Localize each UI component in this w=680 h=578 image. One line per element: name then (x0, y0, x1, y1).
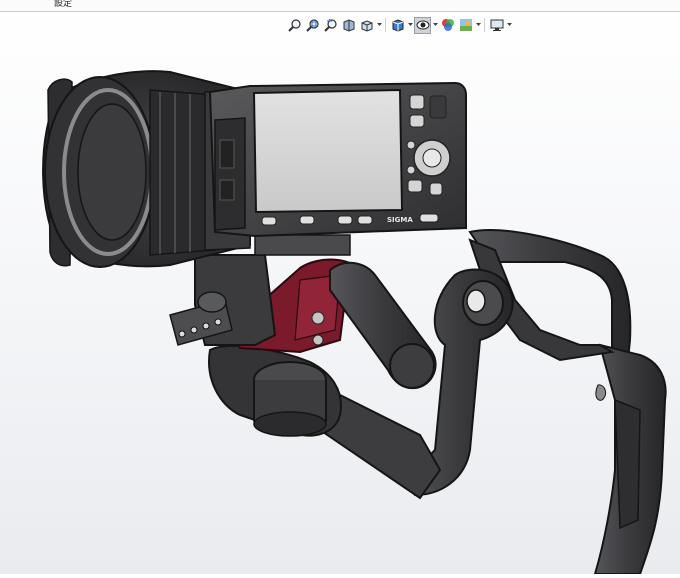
camera-body: SIGMA (208, 81, 467, 238)
hide-show-items-icon[interactable] (414, 16, 431, 34)
edit-appearance-icon[interactable] (439, 17, 456, 34)
settings-label[interactable]: 設定 (54, 0, 72, 9)
view-orientation-icon[interactable] (358, 17, 375, 34)
previous-view-icon[interactable] (322, 17, 339, 34)
hide-show-dropdown-icon[interactable] (432, 17, 438, 34)
zoom-to-fit-icon[interactable] (286, 17, 303, 34)
view-orientation-dropdown-icon[interactable] (376, 17, 382, 34)
display-style-icon[interactable] (389, 17, 406, 34)
apply-scene-dropdown-icon[interactable] (475, 17, 481, 34)
graphics-area[interactable]: SIGMA (0, 40, 680, 575)
camera-brand-label: SIGMA (387, 216, 413, 224)
menu-bar: 設定 (0, 0, 680, 12)
view-settings-dropdown-icon[interactable] (506, 17, 512, 34)
section-view-icon[interactable] (340, 17, 357, 34)
zoom-to-area-icon[interactable] (304, 17, 321, 34)
display-style-dropdown-icon[interactable] (407, 17, 413, 34)
toolbar-separator (385, 18, 386, 32)
toolbar-separator (484, 18, 485, 32)
view-settings-icon[interactable] (488, 17, 505, 34)
heads-up-view-toolbar (286, 16, 512, 34)
apply-scene-icon[interactable] (457, 17, 474, 34)
camera-lcd-screen (252, 88, 404, 214)
